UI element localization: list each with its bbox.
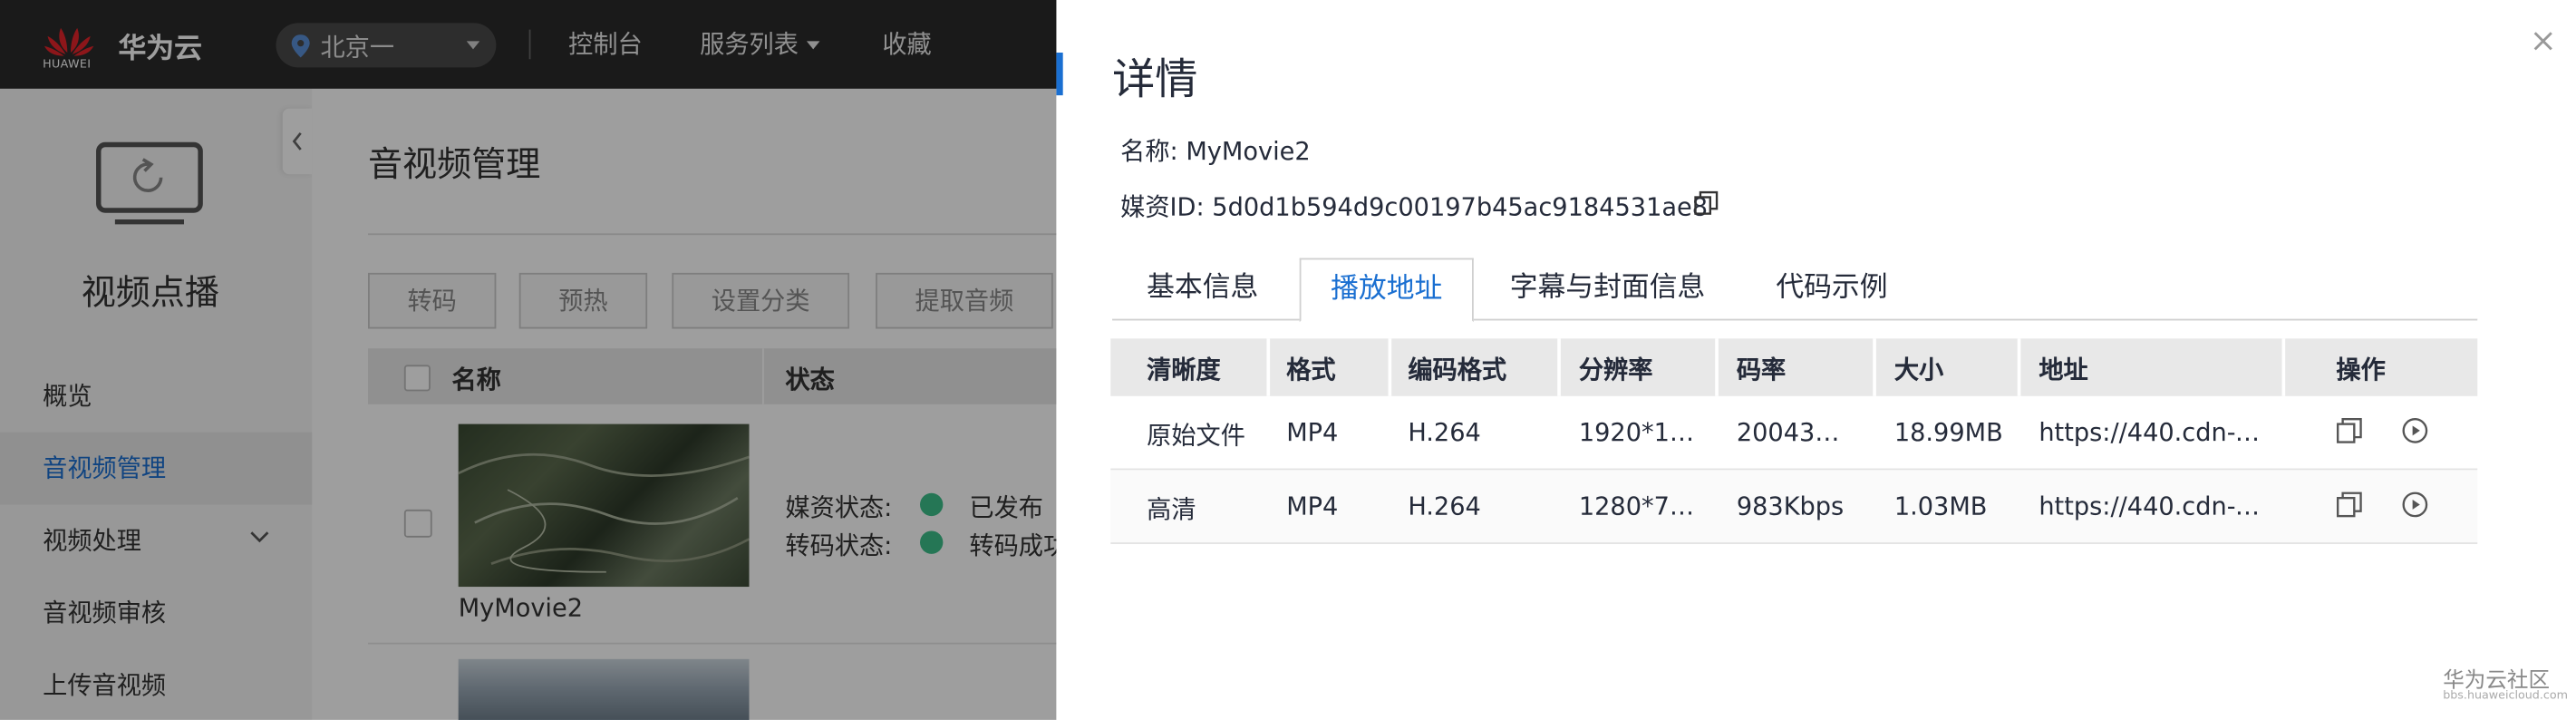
cell-resolution: 1280*720 xyxy=(1578,491,1700,521)
cell-codec: H.264 xyxy=(1408,417,1481,447)
divider xyxy=(1715,338,1719,396)
cell-bitrate: 20043Kbps xyxy=(1736,417,1855,447)
cell-size: 1.03MB xyxy=(1893,491,1988,521)
cell-definition: 高清 xyxy=(1147,494,1196,525)
field-label: 媒资ID: xyxy=(1120,192,1205,222)
field-label: 名称: xyxy=(1120,136,1178,167)
tab-subtitle-cover[interactable]: 字幕与封面信息 xyxy=(1510,258,1706,321)
play-icon[interactable] xyxy=(2402,491,2428,518)
cell-codec: H.264 xyxy=(1408,491,1481,521)
column-header-format: 格式 xyxy=(1286,355,1336,385)
tab-code-sample[interactable]: 代码示例 xyxy=(1776,258,1887,321)
modal-backdrop[interactable] xyxy=(0,0,1057,720)
watermark: bbs.huaweicloud.com xyxy=(2443,688,2568,702)
copy-icon[interactable] xyxy=(2336,417,2362,443)
media-name-row: 名称: MyMovie2 xyxy=(1120,133,1311,168)
tab-bar: 基本信息 播放地址 字幕与封面信息 代码示例 xyxy=(1112,258,2478,323)
cell-format: MP4 xyxy=(1286,491,1339,521)
divider xyxy=(1873,338,1876,396)
copy-icon[interactable] xyxy=(2336,491,2362,518)
cell-address[interactable]: https://440.cdn-vod.huaweicloud.com/ xyxy=(2039,417,2265,447)
tab-basic-info[interactable]: 基本信息 xyxy=(1147,258,1258,321)
cell-format: MP4 xyxy=(1286,417,1339,447)
cell-bitrate: 983Kbps xyxy=(1736,491,1845,521)
cell-size: 18.99MB xyxy=(1893,417,2003,447)
field-value: MyMovie2 xyxy=(1186,136,1311,167)
cell-resolution: 1920*1080 xyxy=(1578,417,1700,447)
close-icon[interactable] xyxy=(2532,30,2554,53)
divider xyxy=(2017,338,2021,396)
app-root: HUAWEI 华为云 北京一 控制台 服务列表 收藏 视频点播 概览 音视频管理… xyxy=(0,0,2576,720)
column-header-actions: 操作 xyxy=(2336,355,2386,385)
title-accent-bar xyxy=(1056,53,1063,96)
tab-playback-url[interactable]: 播放地址 xyxy=(1299,258,1474,323)
media-id-row: 媒资ID: 5d0d1b594d9c00197b45ac9184531ae8 xyxy=(1120,189,1708,223)
play-icon[interactable] xyxy=(2402,417,2428,443)
column-header-definition: 清晰度 xyxy=(1147,355,1221,385)
divider xyxy=(2281,338,2286,396)
table-row: 高清 MP4 H.264 1280*720 983Kbps 1.03MB htt… xyxy=(1110,470,2478,544)
table-row: 原始文件 MP4 H.264 1920*1080 20043Kbps 18.99… xyxy=(1110,396,2478,471)
column-header-address: 地址 xyxy=(2039,355,2088,385)
field-value: 5d0d1b594d9c00197b45ac9184531ae8 xyxy=(1212,192,1709,222)
cell-definition: 原始文件 xyxy=(1147,421,1245,451)
copy-icon[interactable] xyxy=(1694,190,1719,215)
divider xyxy=(1557,338,1561,396)
divider xyxy=(1266,338,1271,396)
column-header-codec: 编码格式 xyxy=(1408,355,1507,385)
detail-drawer: 详情 名称: MyMovie2 媒资ID: 5d0d1b594d9c00197b… xyxy=(1056,0,2576,720)
column-header-size: 大小 xyxy=(1893,355,1944,385)
column-header-bitrate: 码率 xyxy=(1736,355,1787,385)
drawer-title: 详情 xyxy=(1112,55,1198,105)
cell-address[interactable]: https://440.cdn-vod.huaweicloud.com/ xyxy=(2039,491,2265,521)
divider xyxy=(1388,338,1392,396)
table-header: 清晰度 格式 编码格式 分辨率 码率 大小 地址 操作 xyxy=(1110,338,2478,396)
column-header-resolution: 分辨率 xyxy=(1578,355,1653,385)
